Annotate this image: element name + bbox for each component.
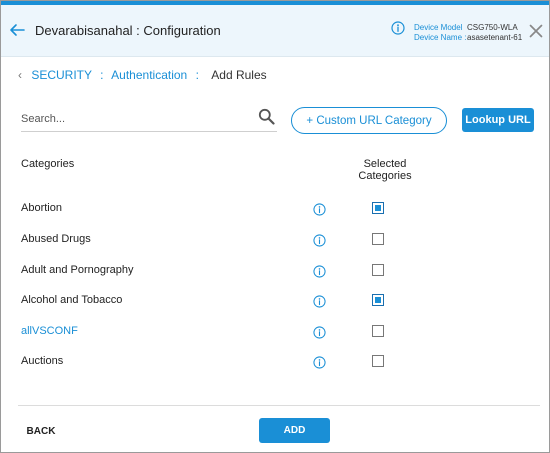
category-label: Abortion bbox=[21, 202, 62, 214]
category-checkbox[interactable] bbox=[372, 202, 384, 214]
lookup-url-button[interactable]: Lookup URL bbox=[462, 108, 534, 132]
configuration-window: Devarabisanahal : Configuration Device M… bbox=[0, 0, 550, 453]
selected-categories-column-header: Selected Categories bbox=[358, 158, 412, 182]
category-row: Auctions bbox=[1, 351, 549, 373]
arrow-left-icon[interactable] bbox=[8, 21, 26, 39]
custom-url-category-button[interactable]: + Custom URL Category bbox=[291, 107, 447, 134]
info-icon[interactable] bbox=[313, 356, 326, 369]
device-name-value: asasetenant-61 bbox=[467, 33, 523, 42]
search-input[interactable] bbox=[21, 110, 246, 128]
category-checkbox[interactable] bbox=[372, 233, 384, 245]
categories-column-header: Categories bbox=[21, 158, 75, 170]
breadcrumb-separator: : bbox=[195, 68, 199, 82]
category-row: Abortion bbox=[1, 198, 549, 220]
category-checkbox[interactable] bbox=[372, 325, 384, 337]
info-icon[interactable] bbox=[313, 203, 326, 216]
chevron-left-icon[interactable]: ‹ bbox=[18, 68, 28, 82]
search-icon[interactable] bbox=[258, 108, 275, 125]
breadcrumb-current: Add Rules bbox=[211, 68, 267, 82]
info-icon[interactable] bbox=[313, 234, 326, 247]
breadcrumb: ‹ SECURITY : Authentication : Add Rules bbox=[18, 68, 267, 82]
category-checkbox[interactable] bbox=[372, 355, 384, 367]
category-row: Adult and Pornography bbox=[1, 260, 549, 282]
category-checkbox[interactable] bbox=[372, 264, 384, 276]
search-box bbox=[21, 107, 277, 132]
breadcrumb-security[interactable]: SECURITY bbox=[31, 68, 91, 82]
device-model-value: CSG750-WLA bbox=[467, 23, 518, 32]
back-button[interactable]: BACK bbox=[19, 421, 63, 441]
device-values: CSG750-WLA asasetenant-61 bbox=[467, 23, 522, 43]
info-icon bbox=[391, 21, 405, 35]
category-row: Alcohol and Tobacco bbox=[1, 290, 549, 312]
category-checkbox[interactable] bbox=[372, 294, 384, 306]
category-label: Alcohol and Tobacco bbox=[21, 294, 123, 306]
add-button[interactable]: ADD bbox=[259, 418, 330, 443]
device-name-label: Device Name : bbox=[414, 33, 467, 42]
header: Devarabisanahal : Configuration Device M… bbox=[1, 5, 549, 57]
category-label-link[interactable]: allVSCONF bbox=[21, 325, 78, 337]
category-label: Abused Drugs bbox=[21, 233, 91, 245]
device-labels: Device Model Device Name : bbox=[414, 23, 466, 43]
category-row: allVSCONF bbox=[1, 321, 549, 343]
info-icon[interactable] bbox=[313, 326, 326, 339]
category-label: Adult and Pornography bbox=[21, 264, 134, 276]
breadcrumb-authentication[interactable]: Authentication bbox=[111, 68, 187, 82]
breadcrumb-separator: : bbox=[100, 68, 104, 82]
info-icon[interactable] bbox=[313, 265, 326, 278]
info-icon[interactable] bbox=[313, 295, 326, 308]
footer-divider bbox=[18, 405, 540, 406]
category-row: Abused Drugs bbox=[1, 229, 549, 251]
close-icon[interactable] bbox=[529, 24, 543, 38]
device-model-label: Device Model bbox=[414, 23, 463, 32]
category-label: Auctions bbox=[21, 355, 64, 367]
page-title: Devarabisanahal : Configuration bbox=[35, 23, 221, 38]
